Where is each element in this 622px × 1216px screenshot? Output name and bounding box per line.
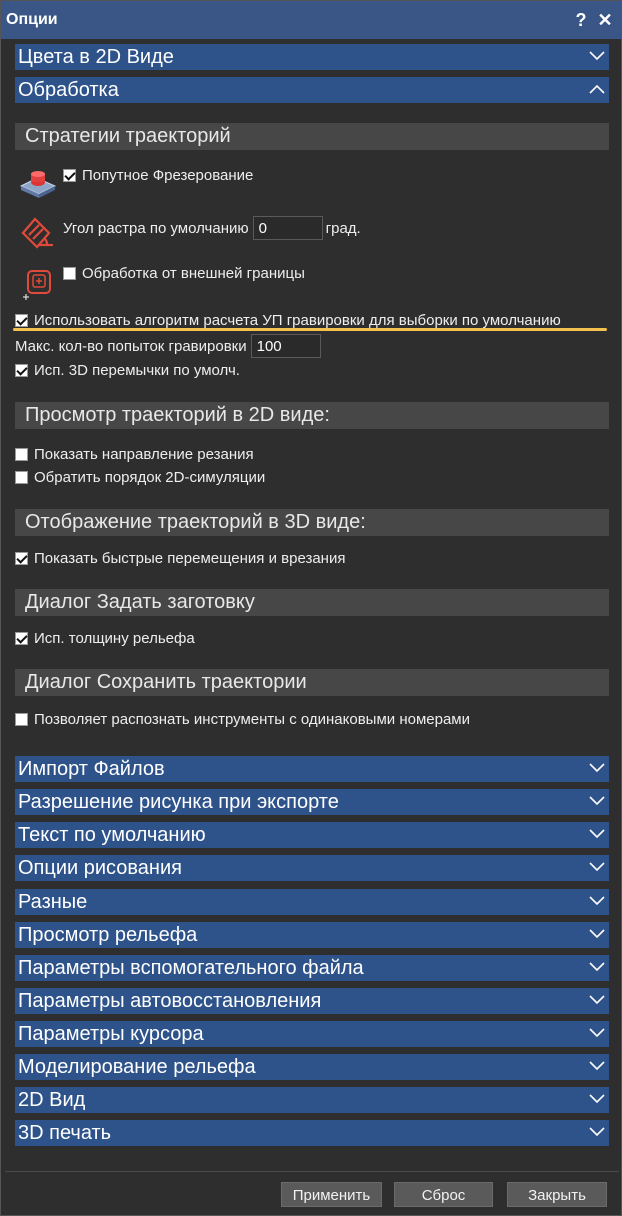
options-dialog: Опции ? ✕ Цвета в 2D Виде Обработка Стра… [0, 0, 622, 1216]
section-label: 2D Вид [18, 1089, 86, 1111]
chevron-down-icon [587, 1120, 607, 1146]
raster-angle-row: Угол растра по умолчанию град. [63, 216, 361, 240]
section-aux-file[interactable]: Параметры вспомогательного файла [15, 955, 609, 981]
section-export-resolution[interactable]: Разрешение рисунка при экспорте [15, 789, 609, 815]
chevron-up-icon [587, 77, 607, 103]
window-title: Опции [6, 11, 58, 28]
show-rapids-checkbox[interactable] [15, 552, 28, 565]
show-direction-row: Показать направление резания [15, 446, 254, 463]
group-blank-dialog: Диалог Задать заготовку [15, 589, 609, 616]
section-label: Цвета в 2D Виде [18, 46, 174, 68]
section-label: Моделирование рельефа [18, 1056, 256, 1078]
chevron-down-icon [587, 955, 607, 981]
reverse-order-label: Обратить порядок 2D-симуляции [34, 469, 266, 486]
chevron-down-icon [587, 756, 607, 782]
same-numbers-checkbox[interactable] [15, 713, 28, 726]
section-label: Разные [18, 891, 88, 913]
outer-boundary-label: Обработка от внешней границы [82, 265, 305, 282]
section-drawing-options[interactable]: Опции рисования [15, 855, 609, 881]
max-attempts-label: Макс. кол-во попыток гравировки [15, 337, 247, 355]
outer-boundary-checkbox[interactable] [63, 267, 76, 280]
chevron-down-icon [587, 889, 607, 915]
section-cursor[interactable]: Параметры курсора [15, 1021, 609, 1047]
group-strategies: Стратегии траекторий [15, 123, 609, 150]
highlight-underline [13, 328, 607, 331]
reverse-order-checkbox[interactable] [15, 471, 28, 484]
footer-divider [5, 1171, 619, 1172]
chevron-down-icon [587, 822, 607, 848]
chevron-down-icon [587, 1087, 607, 1113]
title-bar[interactable]: Опции ? ✕ [1, 1, 621, 39]
engrave-algo-label: Использовать алгоритм расчета УП гравиро… [34, 312, 561, 329]
same-numbers-label: Позволяет распознать инструменты с одина… [34, 711, 470, 728]
chevron-down-icon [587, 1054, 607, 1080]
bridges-3d-label: Исп. 3D перемычки по умолч. [34, 362, 240, 379]
section-relief-modeling[interactable]: Моделирование рельефа [15, 1054, 609, 1080]
raster-angle-label: Угол растра по умолчанию [63, 219, 249, 237]
help-button[interactable]: ? [569, 10, 593, 31]
section-default-text[interactable]: Текст по умолчанию [15, 822, 609, 848]
section-label: Импорт Файлов [18, 758, 165, 780]
section-misc[interactable]: Разные [15, 889, 609, 915]
chevron-down-icon [587, 855, 607, 881]
section-label: Опции рисования [18, 857, 182, 879]
same-numbers-row: Позволяет распознать инструменты с одина… [15, 711, 470, 728]
close-button[interactable]: Закрыть [507, 1182, 607, 1207]
group-save-dialog: Диалог Сохранить траектории [15, 669, 609, 696]
show-rapids-label: Показать быстрые перемещения и врезания [34, 550, 346, 567]
engrave-algo-checkbox[interactable] [15, 314, 28, 327]
section-label: Параметры автовосстановления [18, 990, 322, 1012]
section-label: 3D печать [18, 1122, 112, 1144]
section-import-files[interactable]: Импорт Файлов [15, 756, 609, 782]
outer-boundary-row: Обработка от внешней границы [63, 265, 305, 282]
relief-thickness-label: Исп. толщину рельефа [34, 630, 195, 647]
section-autorecovery[interactable]: Параметры автовосстановления [15, 988, 609, 1014]
chevron-down-icon [587, 789, 607, 815]
climb-milling-icon [17, 164, 57, 204]
bridges-3d-checkbox[interactable] [15, 364, 28, 377]
section-2d-view[interactable]: 2D Вид [15, 1087, 609, 1113]
show-direction-label: Показать направление резания [34, 446, 254, 463]
engrave-algo-row: Использовать алгоритм расчета УП гравиро… [15, 312, 561, 329]
chevron-down-icon [587, 44, 607, 70]
relief-thickness-row: Исп. толщину рельефа [15, 630, 195, 647]
section-label: Параметры вспомогательного файла [18, 957, 364, 979]
climb-milling-checkbox[interactable] [63, 169, 76, 182]
raster-angle-icon [19, 213, 59, 253]
section-3d-print[interactable]: 3D печать [15, 1120, 609, 1146]
group-preview-2d: Просмотр траекторий в 2D виде: [15, 402, 609, 429]
group-display-3d: Отображение траекторий в 3D виде: [15, 509, 609, 536]
chevron-down-icon [587, 988, 607, 1014]
section-label: Параметры курсора [18, 1023, 204, 1045]
bridges-3d-row: Исп. 3D перемычки по умолч. [15, 362, 240, 379]
raster-angle-unit: град. [325, 219, 361, 237]
show-direction-checkbox[interactable] [15, 448, 28, 461]
outer-boundary-icon [19, 263, 59, 303]
max-attempts-input[interactable] [250, 334, 321, 358]
climb-milling-label: Попутное Фрезерование [82, 167, 254, 184]
apply-button[interactable]: Применить [281, 1182, 382, 1207]
relief-thickness-checkbox[interactable] [15, 632, 28, 645]
climb-milling-row: Попутное Фрезерование [63, 167, 253, 184]
raster-angle-input[interactable] [252, 216, 323, 240]
reverse-order-row: Обратить порядок 2D-симуляции [15, 469, 265, 486]
section-label: Обработка [18, 79, 119, 101]
section-label: Разрешение рисунка при экспорте [18, 791, 339, 813]
close-icon[interactable]: ✕ [593, 10, 617, 31]
section-colors-2d[interactable]: Цвета в 2D Виде [15, 44, 609, 70]
section-label: Текст по умолчанию [18, 824, 206, 846]
show-rapids-row: Показать быстрые перемещения и врезания [15, 550, 345, 567]
chevron-down-icon [587, 922, 607, 948]
section-label: Просмотр рельефа [18, 924, 198, 946]
section-relief-view[interactable]: Просмотр рельефа [15, 922, 609, 948]
chevron-down-icon [587, 1021, 607, 1047]
reset-button[interactable]: Сброс [394, 1182, 493, 1207]
max-attempts-row: Макс. кол-во попыток гравировки [15, 334, 321, 358]
section-processing[interactable]: Обработка [15, 77, 609, 103]
